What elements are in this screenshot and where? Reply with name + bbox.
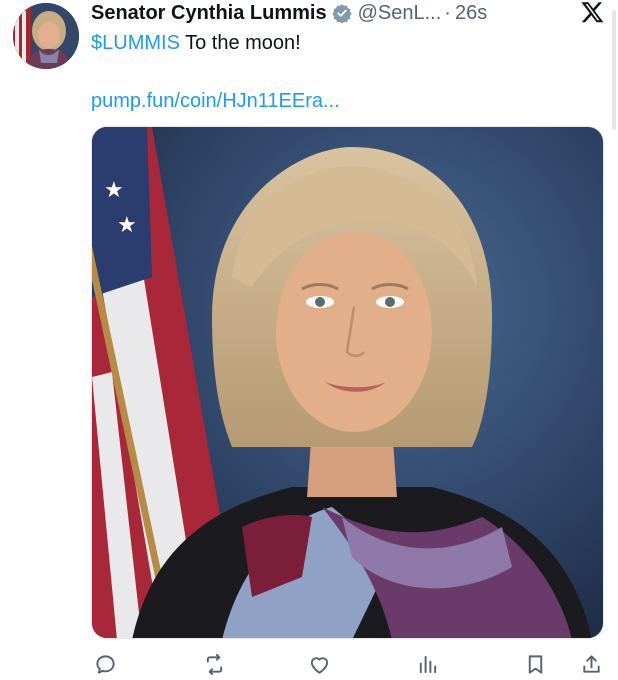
- author-name[interactable]: Senator Cynthia Lummis: [91, 0, 327, 26]
- like-icon: [310, 656, 328, 674]
- verified-badge-icon: [331, 3, 352, 23]
- share-button[interactable]: [577, 650, 605, 678]
- views-button[interactable]: [413, 650, 441, 678]
- share-icon: [582, 654, 600, 673]
- tweet-text: $LUMMIS To the moon!: [91, 30, 301, 56]
- tweet-header: Senator Cynthia Lummis @SenL... · 26s: [91, 0, 487, 26]
- reply-button[interactable]: [91, 650, 119, 678]
- scrollbar[interactable]: [612, 10, 616, 130]
- retweet-button[interactable]: [200, 650, 228, 678]
- external-link[interactable]: pump.fun/coin/HJn11EEra...: [91, 88, 340, 114]
- like-button[interactable]: [305, 650, 333, 678]
- tweet-body-text: To the moon!: [179, 32, 301, 54]
- retweet-icon: [206, 653, 222, 675]
- x-logo-icon[interactable]: [580, 0, 605, 24]
- author-avatar[interactable]: [13, 3, 79, 69]
- bookmark-icon: [528, 654, 542, 674]
- reply-icon: [95, 654, 115, 674]
- bookmark-button[interactable]: [521, 650, 549, 678]
- separator-dot: ·: [444, 2, 451, 24]
- svg-text:★: ★: [117, 213, 137, 238]
- svg-text:★: ★: [104, 178, 124, 203]
- tweet-actions: [91, 650, 605, 678]
- author-handle[interactable]: @SenL...: [358, 0, 442, 26]
- timestamp[interactable]: 26s: [455, 0, 487, 26]
- cashtag-link[interactable]: $LUMMIS: [91, 32, 180, 54]
- views-icon: [419, 655, 436, 673]
- tweet-photo[interactable]: ★ ★: [91, 126, 604, 639]
